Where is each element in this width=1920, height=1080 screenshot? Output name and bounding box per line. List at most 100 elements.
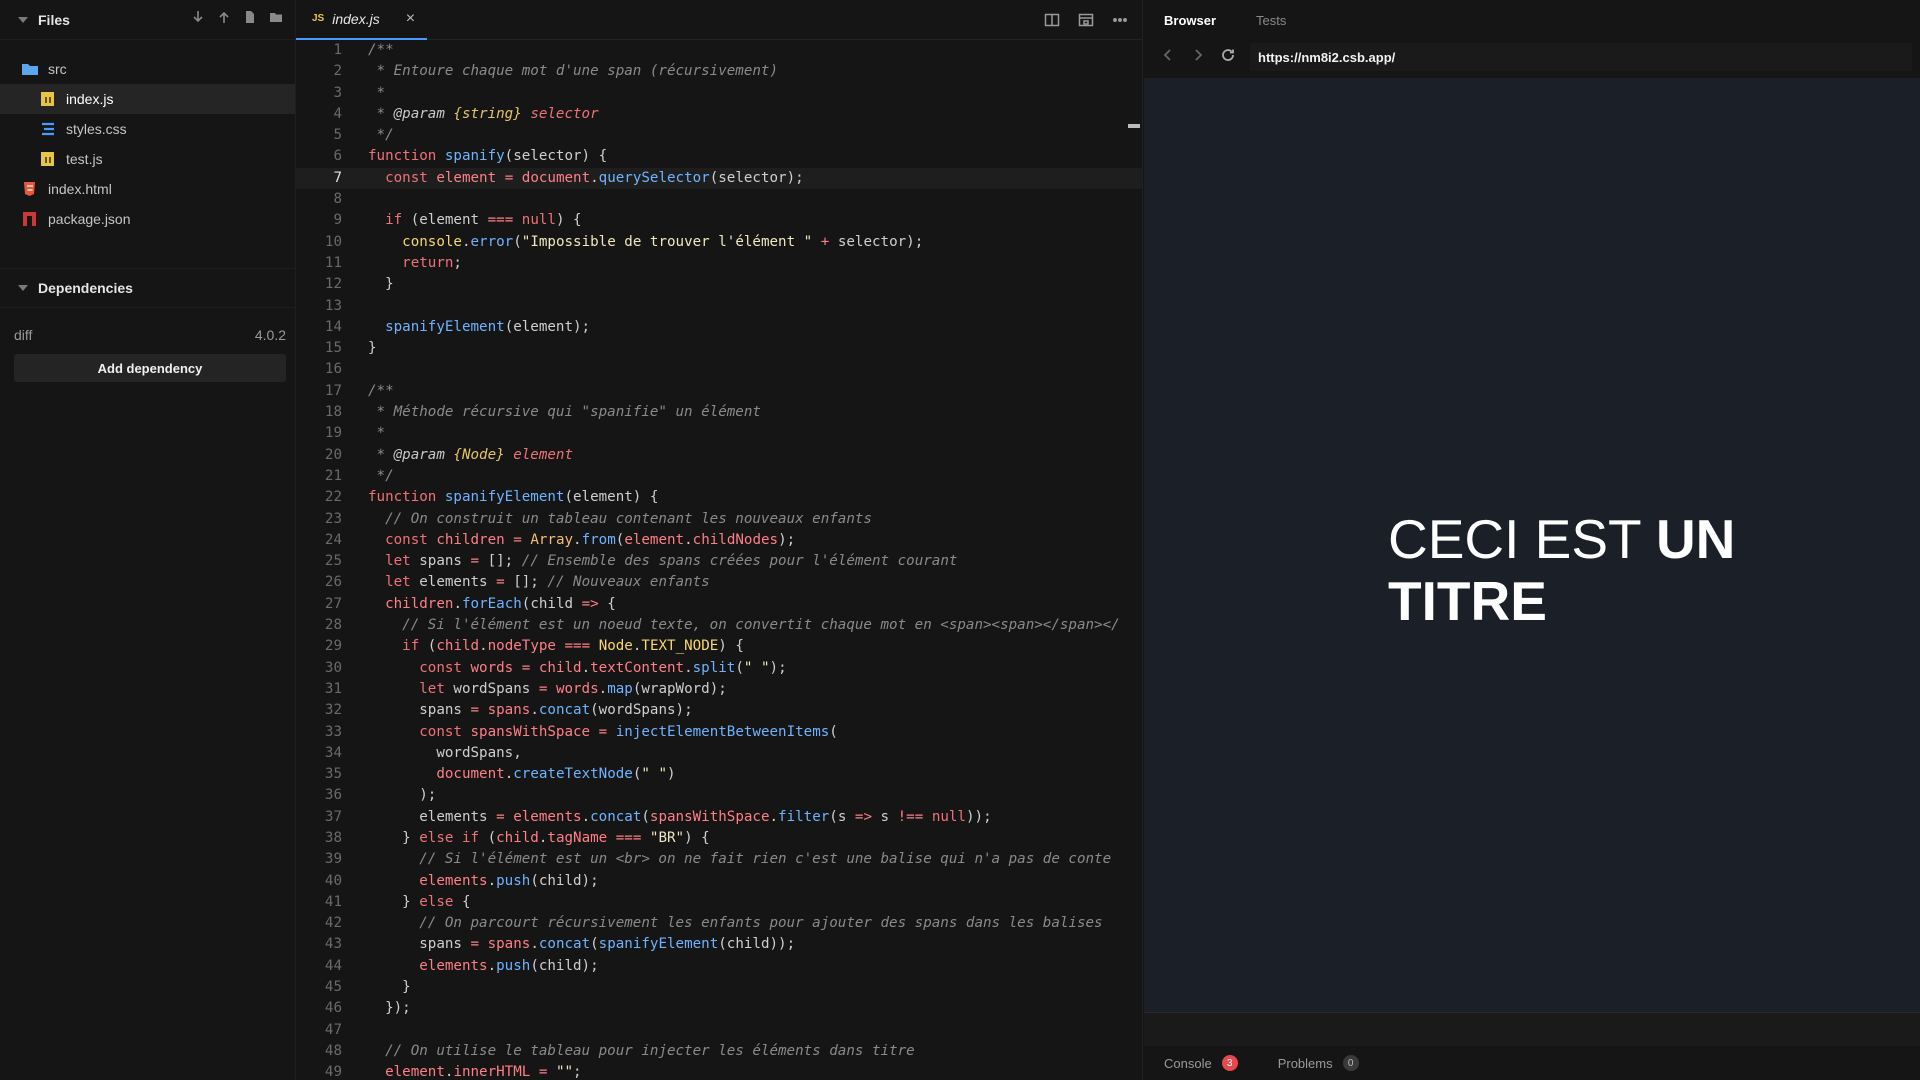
code-line[interactable]: 8 <box>296 189 1142 210</box>
download-icon[interactable] <box>191 10 205 29</box>
line-number: 30 <box>324 659 342 676</box>
code-line[interactable]: 37 elements = elements.concat(spansWithS… <box>296 807 1142 828</box>
code-line[interactable]: 18 * Méthode récursive qui "spanifie" un… <box>296 402 1142 423</box>
problems-label: Problems <box>1277 1055 1333 1071</box>
code-line[interactable]: 38 } else if (child.tagName === "BR") { <box>296 828 1142 849</box>
code-line[interactable]: 40 elements.push(child); <box>296 871 1142 892</box>
tab-console[interactable]: Console 3 <box>1164 1055 1238 1071</box>
code-line[interactable]: 44 elements.push(child); <box>296 956 1142 977</box>
code-line[interactable]: 13 <box>296 296 1142 317</box>
files-title: Files <box>38 11 70 28</box>
upload-icon[interactable] <box>217 10 231 29</box>
code-text: // Si l'élément est un <br> on ne fait r… <box>419 851 1112 868</box>
code-line[interactable]: 2 * Entoure chaque mot d'une span (récur… <box>296 61 1142 82</box>
code-line[interactable]: 45 } <box>296 977 1142 998</box>
tab-browser[interactable]: Browser <box>1164 13 1216 28</box>
code-line[interactable]: 10 console.error("Impossible de trouver … <box>296 232 1142 253</box>
back-arrow-icon[interactable] <box>1160 47 1176 68</box>
code-line[interactable]: 7 const element = document.querySelector… <box>296 167 1142 190</box>
forward-arrow-icon[interactable] <box>1190 47 1206 68</box>
code-line[interactable]: 3 * <box>296 83 1142 104</box>
code-line[interactable]: 14 spanifyElement(element); <box>296 317 1142 338</box>
tree-item-styles-css[interactable]: styles.css <box>0 114 295 144</box>
tree-item-src-folder[interactable]: src <box>0 54 295 84</box>
reload-icon[interactable] <box>1220 47 1236 68</box>
code-line[interactable]: 22 function spanifyElement(element) { <box>296 487 1142 508</box>
code-line[interactable]: 27 children.forEach(child => { <box>296 594 1142 615</box>
split-view-icon[interactable] <box>1044 12 1060 33</box>
code-line[interactable]: 29 if (child.nodeType === Node.TEXT_NODE… <box>296 636 1142 657</box>
code-line[interactable]: 31 let wordSpans = words.map(wrapWord); <box>296 679 1142 700</box>
new-folder-icon[interactable] <box>269 10 283 29</box>
dependency-row[interactable]: diff 4.0.2 <box>0 320 296 350</box>
code-line[interactable]: 26 let elements = []; // Nouveaux enfant… <box>296 572 1142 593</box>
tab-problems[interactable]: Problems 0 <box>1278 1055 1359 1071</box>
more-options-icon[interactable] <box>1112 12 1128 33</box>
code-line[interactable]: 39 // Si l'élément est un <br> on ne fai… <box>296 849 1142 870</box>
code-line[interactable]: 17 /** <box>296 381 1142 402</box>
tree-item-package-json[interactable]: package.json <box>0 204 295 234</box>
code-line[interactable]: 23 // On construit un tableau contenant … <box>296 509 1142 530</box>
code-line[interactable]: 28 // Si l'élément est un noeud texte, o… <box>296 615 1142 636</box>
collapse-caret-icon[interactable] <box>18 285 28 291</box>
code-text: elements.push(child); <box>419 872 599 889</box>
url-input[interactable] <box>1250 43 1912 71</box>
line-number: 22 <box>324 489 342 506</box>
add-dependency-button[interactable]: Add dependency <box>14 354 286 382</box>
line-number: 35 <box>324 766 342 783</box>
code-line[interactable]: 49 element.innerHTML = ""; <box>296 1062 1142 1080</box>
code-text: // On utilise le tableau pour injecter l… <box>385 1042 915 1059</box>
code-line[interactable]: 5 */ <box>296 125 1142 146</box>
dependency-version: 4.0.2 <box>254 327 286 343</box>
code-line[interactable]: 48 // On utilise le tableau pour injecte… <box>296 1041 1142 1062</box>
code-text: spans = spans.concat(spanifyElement(chil… <box>368 936 796 953</box>
code-text: } <box>368 979 411 996</box>
tree-item-test-js[interactable]: test.js <box>0 144 295 174</box>
code-line[interactable]: 42 // On parcourt récursivement les enfa… <box>296 913 1142 934</box>
new-file-icon[interactable] <box>243 10 257 29</box>
code-line[interactable]: 35 document.createTextNode(" ") <box>296 764 1142 785</box>
code-line[interactable]: 16 <box>296 359 1142 380</box>
code-text: } else if (child.tagName === "BR") { <box>368 829 710 846</box>
code-line[interactable]: 1 /** <box>296 40 1142 61</box>
code-line[interactable]: 21 */ <box>296 466 1142 487</box>
code-line[interactable]: 43 spans = spans.concat(spanifyElement(c… <box>296 934 1142 955</box>
code-line[interactable]: 24 const children = Array.from(element.c… <box>296 530 1142 551</box>
code-line[interactable]: 47 <box>296 1020 1142 1041</box>
preview-window-icon[interactable] <box>1078 12 1094 33</box>
files-section-header[interactable]: Files <box>0 0 295 40</box>
code-line[interactable]: 33 const spansWithSpace = injectElementB… <box>296 722 1142 743</box>
code-line[interactable]: 4 * @param {string} selector <box>296 104 1142 125</box>
close-tab-icon[interactable]: × <box>406 10 415 27</box>
code-line[interactable]: 41 } else { <box>296 892 1142 913</box>
code-line[interactable]: 20 * @param {Node} element <box>296 445 1142 466</box>
code-text: let spans = []; // Ensemble des spans cr… <box>385 553 958 570</box>
code-area[interactable]: 1 /** 2 * Entoure chaque mot d'une span (r… <box>296 40 1142 1080</box>
line-number: 41 <box>324 893 342 910</box>
dependencies-section-header[interactable]: Dependencies <box>0 268 296 308</box>
code-line[interactable]: 6 function spanify(selector) { <box>296 146 1142 167</box>
code-line[interactable]: 19 * <box>296 423 1142 444</box>
browser-preview[interactable]: CECI EST UN TITRE <box>1144 78 1920 1012</box>
line-number: 49 <box>324 1064 342 1080</box>
code-line[interactable]: 34 wordSpans, <box>296 743 1142 764</box>
npm-file-icon <box>23 212 36 226</box>
code-text: elements.push(child); <box>419 957 599 974</box>
line-number: 3 <box>333 84 342 101</box>
code-line[interactable]: 12 } <box>296 274 1142 295</box>
collapse-caret-icon[interactable] <box>18 16 28 23</box>
code-line[interactable]: 46 }); <box>296 998 1142 1019</box>
code-line[interactable]: 9 if (element === null) { <box>296 210 1142 231</box>
code-line[interactable]: 36 ); <box>296 785 1142 806</box>
code-line[interactable]: 11 return; <box>296 253 1142 274</box>
tab-index-js[interactable]: JS index.js × <box>296 0 428 40</box>
browser-tab-bar: Browser Tests <box>1144 0 1920 40</box>
code-line[interactable]: 25 let spans = []; // Ensemble des spans… <box>296 551 1142 572</box>
tree-item-index-html[interactable]: index.html <box>0 174 295 204</box>
code-line[interactable]: 32 spans = spans.concat(wordSpans); <box>296 700 1142 721</box>
code-line[interactable]: 30 const words = child.textContent.split… <box>296 658 1142 679</box>
tab-tests[interactable]: Tests <box>1256 13 1286 28</box>
tree-item-index-js[interactable]: index.js <box>0 84 295 114</box>
code-line[interactable]: 15} <box>296 338 1142 359</box>
